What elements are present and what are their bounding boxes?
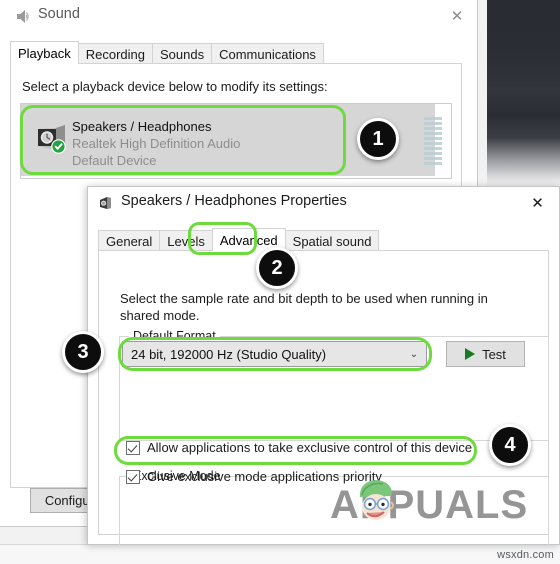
tab-communications[interactable]: Communications [211,43,324,64]
desktop-bottom-band [0,545,560,564]
device-driver-name: Realtek High Definition Audio [72,136,241,151]
default-format-dropdown[interactable]: 24 bit, 192000 Hz (Studio Quality) ⌄ [122,341,427,367]
speaker-default-icon [38,123,66,154]
properties-tab-strip: General Levels Advanced Spatial sound [98,228,380,251]
chevron-down-icon: ⌄ [409,348,419,360]
properties-titlebar: Speakers / Headphones Properties ✕ [88,187,559,219]
test-button[interactable]: Test [446,341,525,367]
meter-segment [424,127,442,130]
meter-segment [424,137,442,140]
checkbox-check-icon [126,469,140,484]
device-name: Speakers / Headphones [72,119,212,134]
checkbox-check-icon [126,440,140,455]
sound-tab-strip: Playback Recording Sounds Communications [10,41,324,64]
sound-close-button[interactable]: ✕ [440,4,474,28]
tab-playback[interactable]: Playback [10,41,79,64]
step-badge-3: 3 [62,331,104,373]
meter-segment [424,117,442,120]
test-button-label: Test [482,346,506,362]
exclusive-mode-group: Exclusive Mode [119,469,549,546]
volume-level-meter [424,117,442,165]
default-format-description: Select the sample rate and bit depth to … [120,291,488,323]
step-badge-1: 1 [357,118,399,160]
meter-segment [424,147,442,150]
play-icon [465,348,476,360]
meter-segment [424,122,442,125]
meter-segment [424,132,442,135]
exclusive-priority-label: Give exclusive mode applications priorit… [147,469,382,484]
step-badge-2: 2 [256,247,298,289]
sound-window-title: Sound [38,6,80,22]
speaker-icon [17,10,29,23]
playback-hint-text: Select a playback device below to modify… [22,79,328,94]
properties-window-title: Speakers / Headphones Properties [121,193,347,209]
device-status: Default Device [72,153,157,168]
speaker-icon [100,197,111,209]
exclusive-control-checkbox[interactable]: Allow applications to take exclusive con… [126,440,472,455]
step-badge-4: 4 [489,424,531,466]
tab-general[interactable]: General [98,230,161,251]
default-format-selected-value: 24 bit, 192000 Hz (Studio Quality) [131,346,327,362]
exclusive-control-label: Allow applications to take exclusive con… [147,440,473,455]
properties-close-button[interactable]: ✕ [521,191,554,215]
meter-segment [424,162,442,165]
tab-recording[interactable]: Recording [77,43,154,64]
meter-segment [424,142,442,145]
sound-window-titlebar: Sound ✕ [0,0,477,32]
meter-segment [424,152,442,155]
desktop-dark-wallpaper-panel [487,0,560,186]
tab-sounds[interactable]: Sounds [152,43,213,64]
tab-levels[interactable]: Levels [159,230,213,251]
tab-spatial-sound[interactable]: Spatial sound [284,230,380,251]
site-credit: wsxdn.com [497,549,554,561]
exclusive-priority-checkbox[interactable]: Give exclusive mode applications priorit… [126,469,382,484]
meter-segment [424,157,442,160]
